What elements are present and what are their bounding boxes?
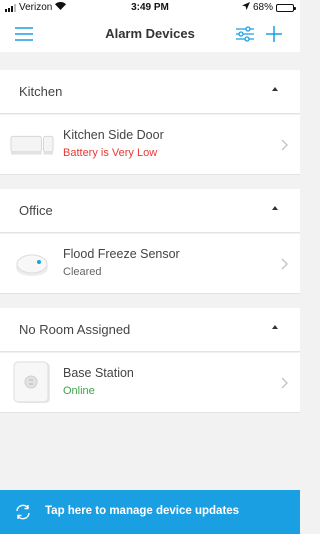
collapse-caret-icon[interactable] [272, 325, 278, 329]
sliders-icon[interactable] [233, 22, 257, 46]
chevron-right-icon [281, 138, 288, 156]
device-name: Flood Freeze Sensor [63, 247, 180, 261]
device-row-base-station[interactable]: Base Station Online [0, 353, 300, 413]
refresh-icon [14, 503, 32, 526]
banner-text: Tap here to manage device updates [45, 505, 240, 517]
flood-freeze-sensor-icon [10, 244, 54, 284]
room-header-office[interactable]: Office [0, 189, 300, 233]
device-status: Cleared [63, 266, 102, 278]
collapse-caret-icon[interactable] [272, 206, 278, 210]
device-name: Kitchen Side Door [63, 128, 164, 142]
device-status: Online [63, 385, 95, 397]
room-name: Office [19, 203, 53, 218]
device-row-kitchen-side-door[interactable]: Kitchen Side Door Battery is Very Low [0, 115, 300, 175]
location-arrow-icon [241, 2, 250, 13]
room-header-kitchen[interactable]: Kitchen [0, 70, 300, 114]
manage-updates-banner[interactable]: Tap here to manage device updates [0, 490, 300, 534]
base-station-icon [10, 361, 54, 403]
battery-icon [276, 3, 296, 12]
chevron-right-icon [281, 376, 288, 394]
collapse-caret-icon[interactable] [272, 87, 278, 91]
status-right: 68% [241, 2, 296, 13]
chevron-right-icon [281, 257, 288, 275]
device-name: Base Station [63, 366, 134, 380]
room-name: No Room Assigned [19, 322, 131, 337]
battery-percent: 68% [252, 2, 273, 13]
nav-bar: Alarm Devices [0, 16, 300, 52]
room-name: Kitchen [19, 84, 63, 99]
device-status: Battery is Very Low [63, 147, 158, 159]
room-header-no-room-assigned[interactable]: No Room Assigned [0, 308, 300, 352]
contact-sensor-icon [10, 125, 54, 165]
status-bar: Verizon 3:49 PM 68% [0, 0, 300, 16]
device-row-flood-freeze-sensor[interactable]: Flood Freeze Sensor Cleared [0, 234, 300, 294]
plus-icon[interactable] [262, 22, 286, 46]
